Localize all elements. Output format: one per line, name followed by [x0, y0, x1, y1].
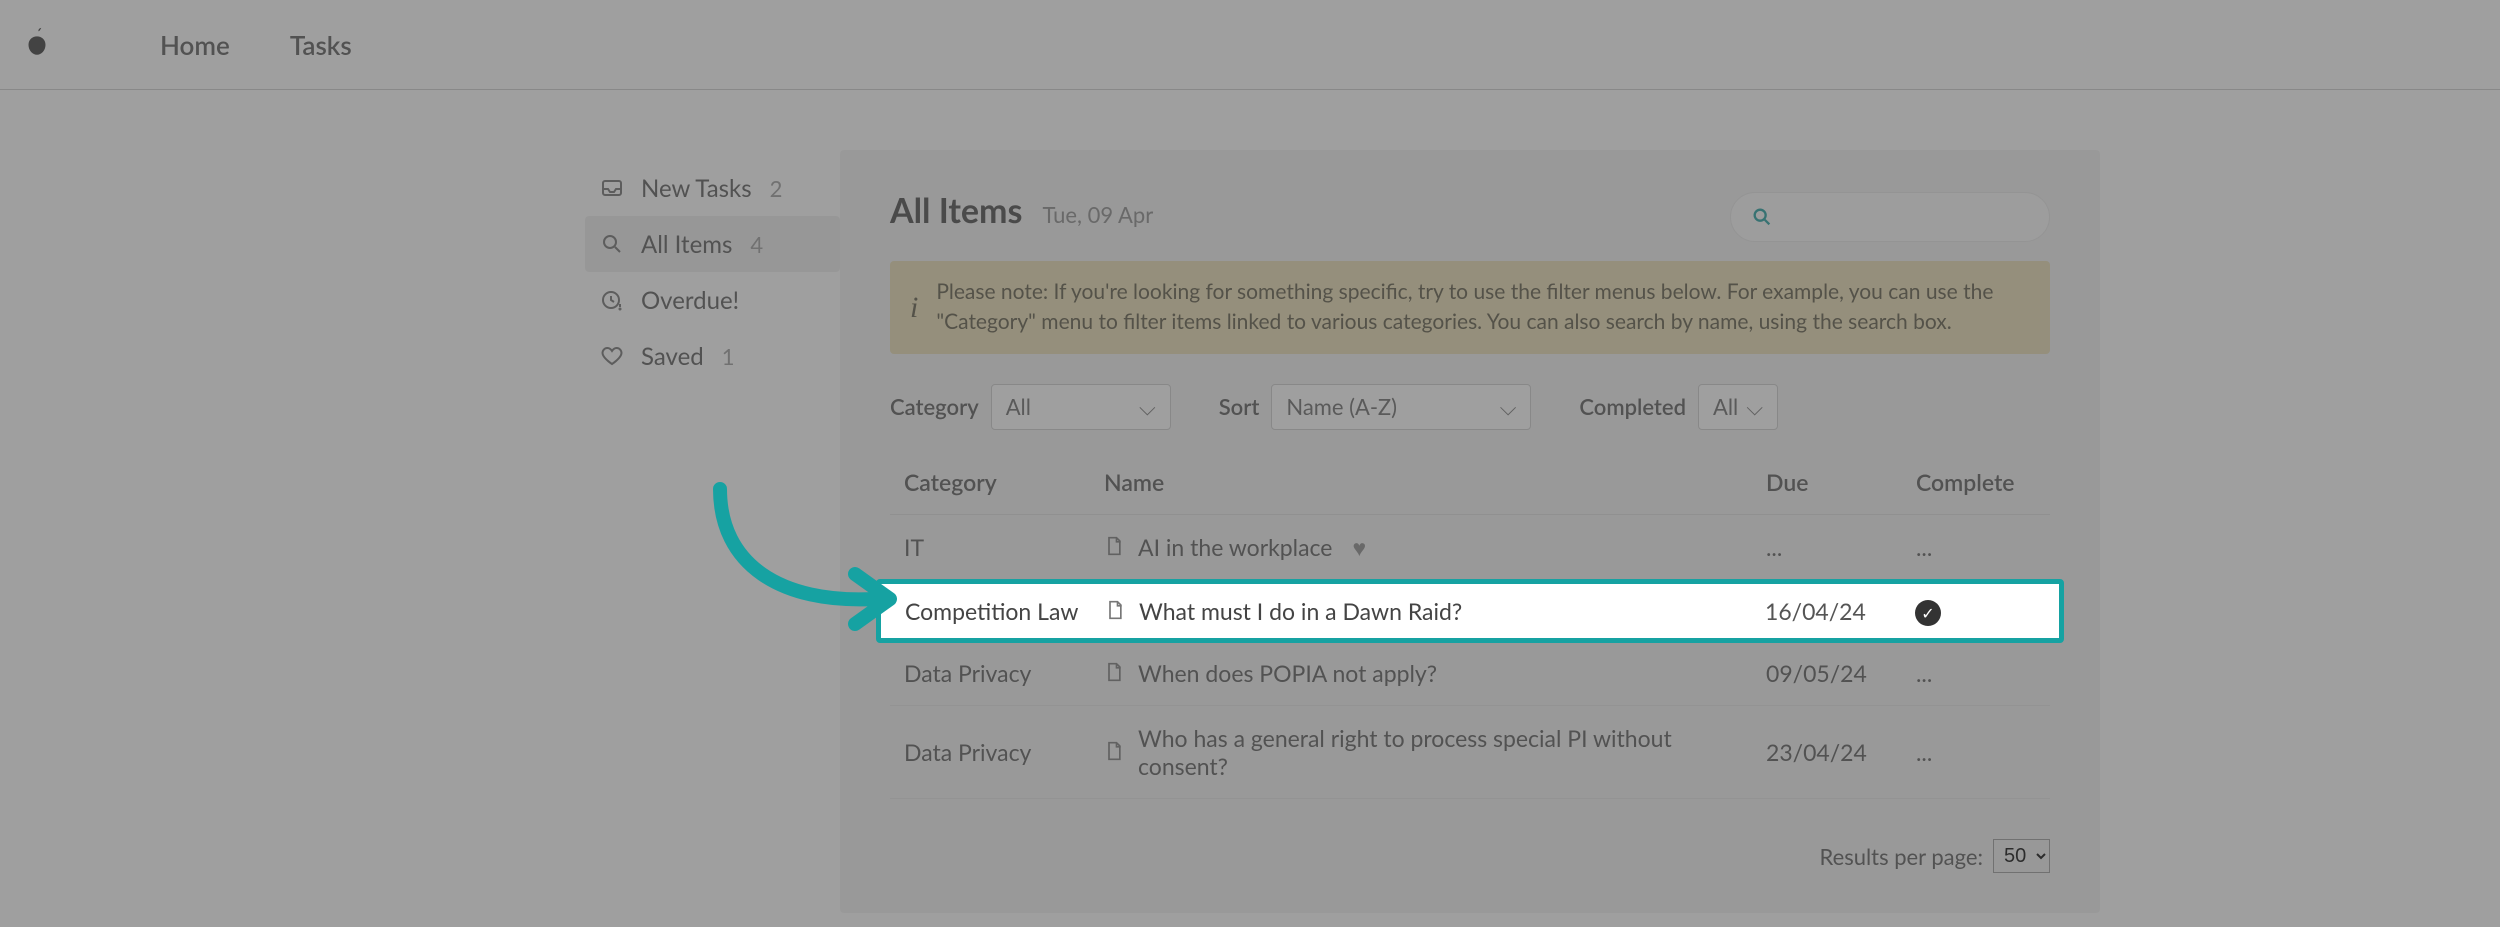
document-icon: [1105, 597, 1125, 625]
filter-label-completed: Completed: [1579, 393, 1686, 420]
sidebar-item-count: 1: [722, 343, 735, 370]
content-panel: All Items Tue, 09 Apr i Please note: If …: [840, 150, 2100, 913]
top-nav: Home Tasks: [0, 0, 2500, 90]
sidebar-item-overdue[interactable]: Overdue!: [585, 272, 840, 328]
nav-tasks[interactable]: Tasks: [290, 29, 352, 61]
sidebar-item-saved[interactable]: Saved 1: [585, 328, 840, 384]
category-select-value: All: [1006, 393, 1031, 420]
sidebar-item-new-tasks[interactable]: New Tasks 2: [585, 160, 840, 216]
col-name: Name: [1104, 468, 1766, 496]
table-row[interactable]: Data Privacy When does POPIA not apply? …: [890, 641, 2050, 706]
cell-due: ...: [1766, 533, 1916, 561]
pager: Results per page: 50: [890, 839, 2050, 873]
sort-select-value: Name (A-Z): [1286, 393, 1397, 420]
search-icon: [599, 232, 625, 256]
filter-label-sort: Sort: [1219, 393, 1260, 420]
filter-label-category: Category: [890, 393, 979, 420]
sidebar-item-all-items[interactable]: All Items 4: [585, 216, 840, 272]
cell-category: Data Privacy: [904, 659, 1104, 687]
table-row[interactable]: IT AI in the workplace ♥ ... ...: [890, 515, 2050, 581]
document-icon: [1104, 659, 1124, 687]
logo-icon: [20, 25, 60, 65]
cell-category: Data Privacy: [904, 738, 1104, 766]
col-due: Due: [1766, 468, 1916, 496]
document-icon: [1104, 533, 1124, 561]
cell-due: 23/04/24: [1766, 738, 1916, 766]
pager-select[interactable]: 50: [1993, 839, 2050, 873]
table-row-highlighted[interactable]: Competition Law What must I do in a Dawn…: [876, 579, 2064, 644]
cell-complete: ...: [1916, 738, 2036, 766]
cell-category: IT: [904, 533, 1104, 561]
sidebar-item-count: 2: [770, 175, 783, 202]
info-banner-text: Please note: If you're looking for somet…: [936, 277, 2030, 338]
cell-complete: ...: [1916, 659, 2036, 687]
page-title: All Items: [890, 190, 1022, 231]
search-input[interactable]: [1730, 192, 2050, 242]
heart-icon: [599, 344, 625, 368]
col-category: Category: [904, 468, 1104, 496]
sidebar-item-label: Saved: [641, 342, 704, 371]
completed-select-value: All: [1713, 393, 1738, 420]
completed-select[interactable]: All ⌵: [1698, 384, 1778, 430]
arrow-annotation-icon: [690, 474, 910, 634]
sidebar-item-label: All Items: [641, 230, 732, 259]
info-icon: i: [910, 286, 918, 330]
filters-row: Category All ⌵ Sort Name (A-Z) ⌵ Complet…: [890, 384, 2050, 430]
items-table: Category Name Due Complete IT AI in the …: [890, 450, 2050, 800]
info-banner: i Please note: If you're looking for som…: [890, 261, 2050, 354]
page-date: Tue, 09 Apr: [1042, 201, 1153, 228]
table-row[interactable]: Data Privacy Who has a general right to …: [890, 706, 2050, 799]
cell-category: Competition Law: [905, 597, 1105, 625]
cell-name: When does POPIA not apply?: [1138, 659, 1437, 687]
sort-select[interactable]: Name (A-Z) ⌵: [1271, 384, 1531, 430]
sidebar-item-label: New Tasks: [641, 174, 752, 203]
tray-icon: [599, 176, 625, 200]
category-select[interactable]: All ⌵: [991, 384, 1171, 430]
check-circle-icon: ✓: [1915, 600, 1941, 626]
sidebar-item-count: 4: [750, 231, 763, 258]
nav-home[interactable]: Home: [160, 29, 230, 61]
table-head: Category Name Due Complete: [890, 450, 2050, 515]
document-icon: [1104, 738, 1124, 766]
heart-icon: ♥: [1352, 533, 1366, 562]
cell-name: What must I do in a Dawn Raid?: [1139, 597, 1462, 625]
col-complete: Complete: [1916, 468, 2036, 496]
cell-complete: ✓: [1915, 596, 2035, 627]
pager-label: Results per page:: [1820, 843, 1983, 870]
sidebar-item-label: Overdue!: [641, 286, 739, 315]
clock-alert-icon: [599, 288, 625, 312]
cell-name: Who has a general right to process speci…: [1138, 724, 1766, 780]
chevron-down-icon: ⌵: [1139, 393, 1156, 421]
cell-complete: ...: [1916, 533, 2036, 561]
cell-name: AI in the workplace: [1138, 533, 1332, 561]
cell-due: 09/05/24: [1766, 659, 1916, 687]
cell-due: 16/04/24: [1765, 597, 1915, 625]
chevron-down-icon: ⌵: [1746, 393, 1763, 421]
chevron-down-icon: ⌵: [1500, 393, 1517, 421]
